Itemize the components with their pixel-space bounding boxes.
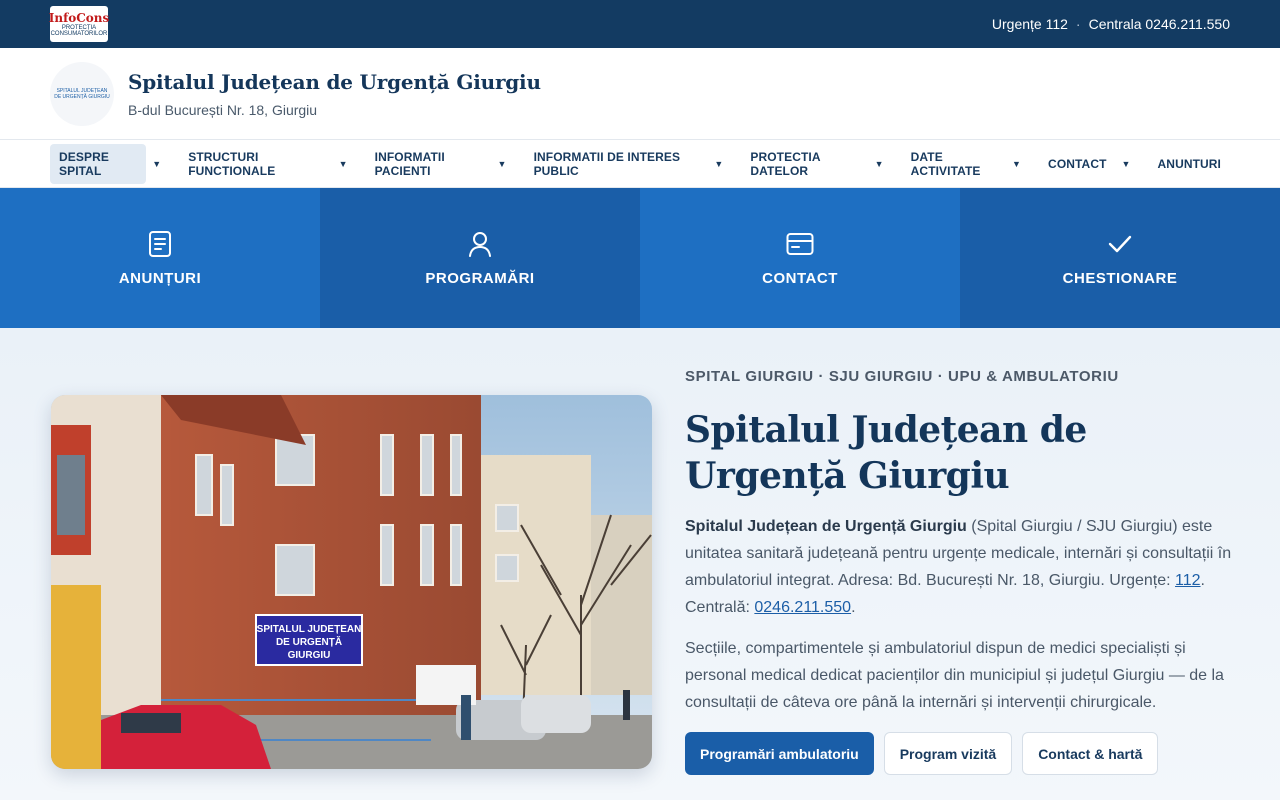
site-title[interactable]: Spitalul Județean de Urgență Giurgiu [128, 70, 541, 94]
nav-item-date-activitate[interactable]: DATE ACTIVITATE ▼ [902, 144, 1039, 184]
hero-title: Spitalul Județean de Urgență Giurgiu [685, 409, 1087, 497]
hero-description: Secțiile, compartimentele și ambulatoriu… [685, 640, 1224, 711]
switchboard-link[interactable]: Centrala 0246.211.550 [1089, 16, 1230, 32]
infocons-subtitle: PROTECȚIA CONSUMATORILOR [50, 24, 108, 37]
chevron-down-icon[interactable]: ▼ [875, 159, 884, 169]
nav-label: ANUNTURI [1157, 156, 1221, 171]
hospital-building-image: SPITALUL JUDEȚEAN DE URGENȚĂ GIURGIU [51, 395, 652, 769]
header-text: Spitalul Județean de Urgență Giurgiu B-d… [128, 70, 541, 118]
chevron-down-icon[interactable]: ▼ [498, 159, 507, 169]
site-address: B-dul București Nr. 18, Giurgiu [128, 101, 318, 118]
infocons-logo[interactable]: InfoCons PROTECȚIA CONSUMATORILOR [48, 6, 110, 42]
hospital-logo-text: SPITALUL JUDEȚEAN DE URGENȚĂ GIURGIU [54, 87, 110, 100]
top-bar: InfoCons PROTECȚIA CONSUMATORILOR Urgenț… [0, 0, 1280, 48]
nav-label: INFORMATII DE INTERES PUBLIC [533, 149, 681, 178]
nav-item-structuri-functionale[interactable]: STRUCTURI FUNCTIONALE ▼ [179, 144, 365, 184]
hero-section: SPITALUL JUDEȚEAN DE URGENȚĂ GIURGIU SPI… [0, 328, 1280, 800]
chevron-down-icon[interactable]: ▼ [1012, 159, 1021, 169]
tile-contact[interactable]: CONTACT [640, 188, 960, 328]
sign-line-3: GIURGIU [288, 650, 331, 661]
chevron-down-icon[interactable]: ▼ [339, 159, 348, 169]
hero-content: SPITAL GIURGIU · SJU GIURGIU · UPU & AMB… [685, 368, 1240, 775]
hero-intro: Spitalul Județean de Urgență Giurgiu (Sp… [685, 513, 1240, 621]
site-header: SPITALUL JUDEȚEAN DE URGENȚĂ GIURGIU Spi… [0, 48, 1280, 140]
tile-label: CONTACT [762, 269, 838, 287]
tile-label: PROGRAMĂRI [425, 269, 535, 287]
tile-label: CHESTIONARE [1062, 269, 1178, 287]
tile-chestionare[interactable]: CHESTIONARE [960, 188, 1280, 328]
nav-label: PROTECTIA DATELOR [750, 149, 821, 178]
nav-item-informatii-interes-public[interactable]: INFORMATII DE INTERES PUBLIC ▼ [525, 144, 742, 184]
sign-line-2: DE URGENȚĂ [276, 635, 342, 648]
appointments-button[interactable]: Programări ambulatoriu [685, 732, 874, 775]
hospital-logo[interactable]: SPITALUL JUDEȚEAN DE URGENȚĂ GIURGIU [50, 61, 114, 126]
chevron-down-icon[interactable]: ▼ [152, 159, 161, 169]
visiting-hours-button[interactable]: Program vizită [883, 732, 1013, 775]
card-icon [786, 232, 814, 255]
nav-label: DESPRE SPITAL [50, 143, 147, 184]
nav-item-informatii-pacienti[interactable]: INFORMATII PACIENTI ▼ [366, 144, 525, 184]
sign-line-1: SPITALUL JUDEȚEAN [257, 624, 362, 635]
switchboard-phone-link[interactable]: 0246.211.550 [754, 599, 851, 616]
nav-label: STRUCTURI FUNCTIONALE [188, 149, 276, 178]
contact-map-button[interactable]: Contact & hartă [1022, 732, 1159, 775]
emergency-phone-link[interactable]: 112 [1175, 572, 1201, 589]
hospital-photo: SPITALUL JUDEȚEAN DE URGENȚĂ GIURGIU [51, 395, 652, 769]
nav-item-protectia-datelor[interactable]: PROTECTIA DATELOR ▼ [741, 144, 901, 184]
infocons-title: InfoCons [48, 10, 110, 25]
hero-intro-bold: Spitalul Județean de Urgență Giurgiu [685, 518, 967, 535]
nav-item-despre-spital[interactable]: DESPRE SPITAL ▼ [50, 143, 179, 184]
chevron-down-icon[interactable]: ▼ [714, 159, 723, 169]
tile-anunturi[interactable]: ANUNȚURI [0, 188, 320, 328]
hero-intro-end: . [851, 599, 856, 616]
separator: · [1075, 16, 1081, 32]
top-contacts: Urgențe 112 · Centrala 0246.211.550 [992, 16, 1230, 32]
check-icon [1108, 235, 1132, 252]
emergency-link[interactable]: Urgențe 112 [992, 16, 1068, 32]
nav-label: CONTACT [1048, 156, 1107, 171]
nav-item-contact[interactable]: CONTACT ▼ [1039, 144, 1148, 184]
nav-label: INFORMATII PACIENTI [374, 149, 445, 178]
quick-links: ANUNȚURI PROGRAMĂRI CONTACT CHESTIONARE [0, 188, 1280, 328]
hero-buttons: Programări ambulatoriu Program vizită Co… [685, 732, 1240, 775]
main-nav: DESPRE SPITAL ▼ STRUCTURI FUNCTIONALE ▼ … [0, 140, 1280, 188]
document-icon [149, 230, 171, 257]
chevron-down-icon[interactable]: ▼ [1122, 159, 1131, 169]
nav-label: DATE ACTIVITATE [910, 149, 981, 178]
user-icon [469, 231, 491, 257]
hero-eyebrow: SPITAL GIURGIU · SJU GIURGIU · UPU & AMB… [685, 368, 1119, 385]
tile-label: ANUNȚURI [118, 269, 202, 287]
tile-programari[interactable]: PROGRAMĂRI [320, 188, 640, 328]
nav-item-anunturi[interactable]: ANUNTURI [1149, 144, 1230, 184]
